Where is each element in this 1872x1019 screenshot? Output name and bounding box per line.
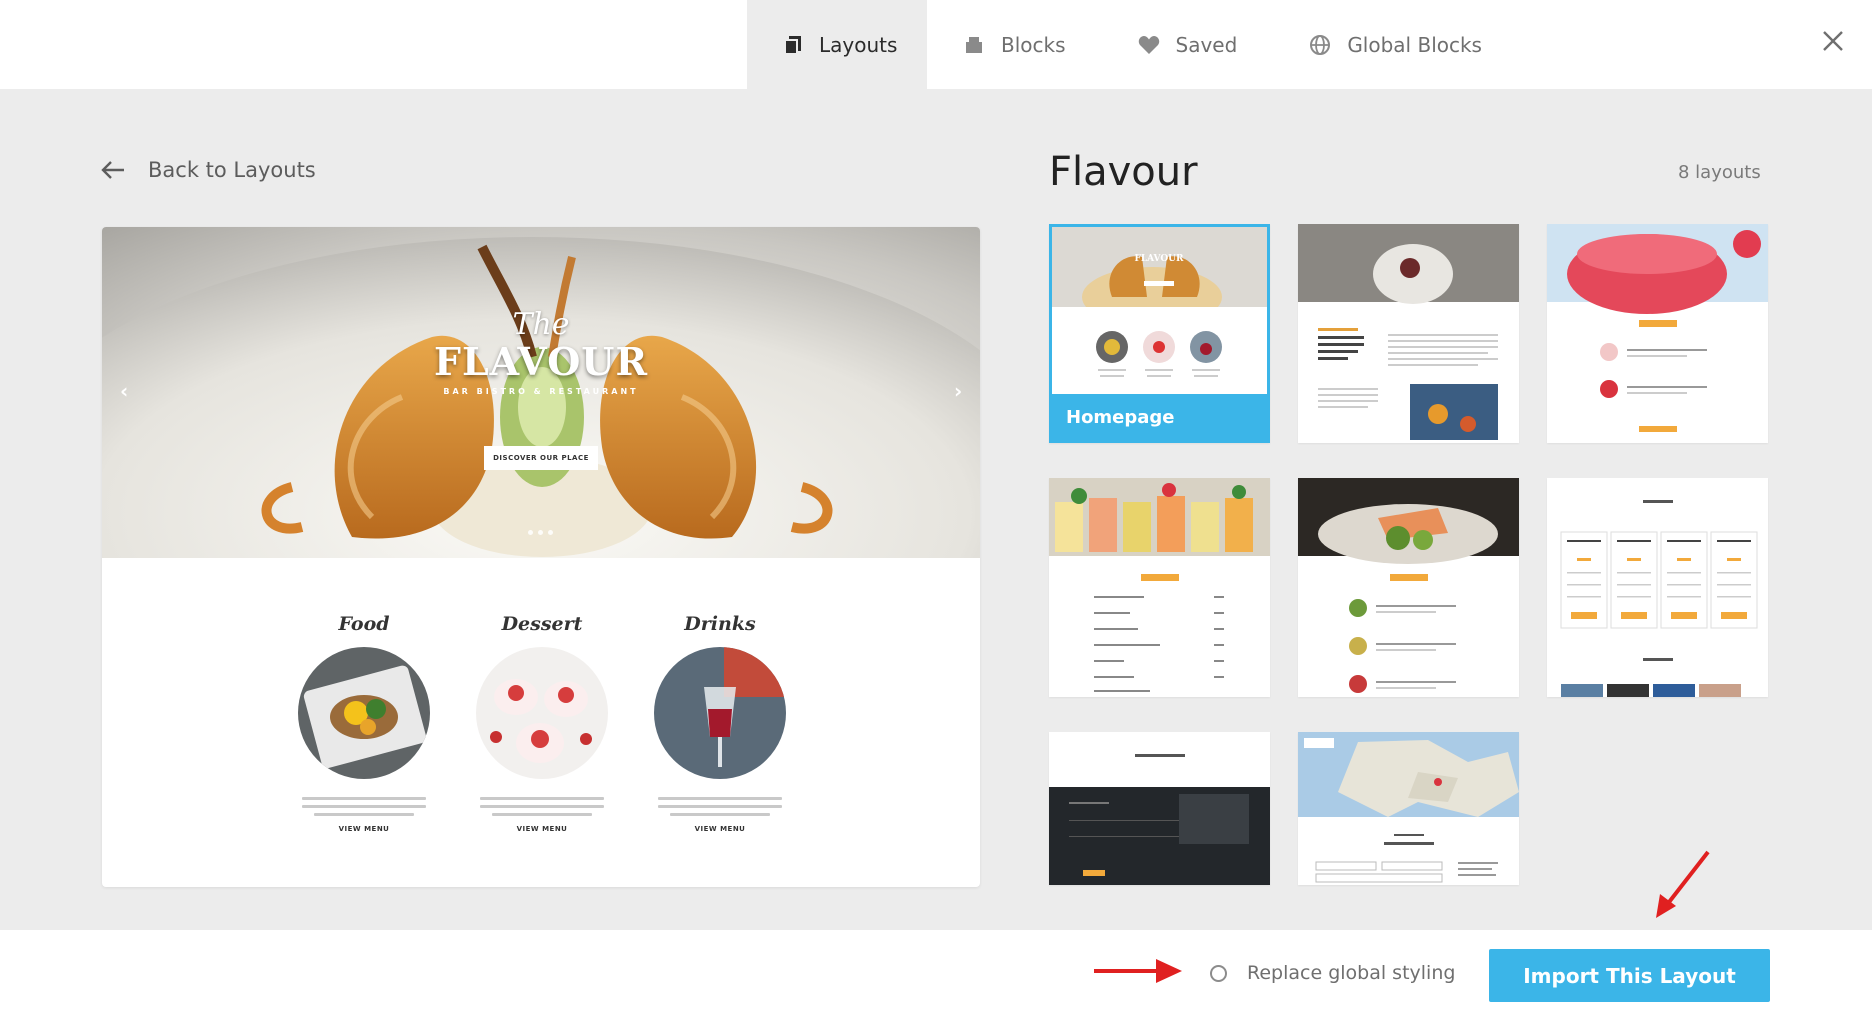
category-title: Dessert <box>501 613 583 635</box>
tab-label: Blocks <box>1001 32 1066 57</box>
back-to-layouts-link[interactable]: Back to Layouts <box>100 158 316 182</box>
layout-thumb-map-contact[interactable] <box>1298 732 1519 885</box>
annotation-arrow-down-left-icon <box>1656 850 1710 918</box>
replace-global-styling-label: Replace global styling <box>1247 962 1456 984</box>
about-thumbnail-image <box>1298 224 1519 440</box>
tab-blocks[interactable]: Blocks <box>927 0 1102 89</box>
view-menu-link: VIEW MENU <box>338 825 390 833</box>
tab-list: Layouts Blocks Saved Global Blocks <box>747 0 1518 89</box>
hero-script-text: The <box>512 307 570 342</box>
annotation-arrow-right-icon <box>1094 959 1182 983</box>
hero-title: FLAVOUR <box>433 339 649 384</box>
dessert-image <box>476 647 608 779</box>
food-image <box>298 647 430 779</box>
layout-preview: The FLAVOUR BAR BISTRO & RESTAURANT DISC… <box>102 227 980 887</box>
food-menu-thumbnail-image <box>1298 478 1519 693</box>
layout-thumb-contact-form[interactable] <box>1049 732 1270 885</box>
category-title: Drinks <box>684 613 756 635</box>
chevron-left-icon: ‹ <box>120 379 129 403</box>
drinks-menu-thumbnail-image <box>1049 478 1270 692</box>
top-tab-bar: Layouts Blocks Saved Global Blocks <box>0 0 1872 89</box>
view-menu-link: VIEW MENU <box>516 825 568 833</box>
drinks-image <box>654 647 786 779</box>
layout-thumb-drinks-menu[interactable] <box>1049 478 1270 697</box>
hero-subtitle: BAR BISTRO & RESTAURANT <box>443 387 639 396</box>
hero-discover-button: DISCOVER OUR PLACE <box>484 446 598 470</box>
category-dessert: Dessert VIEW MENU <box>452 613 632 833</box>
tab-saved[interactable]: Saved <box>1102 0 1274 89</box>
tab-label: Layouts <box>819 32 898 57</box>
tab-layouts[interactable]: Layouts <box>747 0 927 89</box>
tab-global-blocks[interactable]: Global Blocks <box>1273 0 1518 89</box>
heart-icon <box>1138 34 1160 56</box>
layouts-icon <box>783 34 803 56</box>
pricing-thumbnail-image <box>1547 478 1768 697</box>
layout-thumb-food-menu[interactable] <box>1298 478 1519 697</box>
layout-thumb-pricing[interactable] <box>1547 478 1768 697</box>
layout-count: 8 layouts <box>1678 162 1761 183</box>
preview-hero: The FLAVOUR BAR BISTRO & RESTAURANT DISC… <box>102 227 980 558</box>
contact-form-thumbnail-image <box>1049 732 1270 885</box>
close-button[interactable] <box>1816 26 1850 60</box>
layout-pack-title: Flavour <box>1049 149 1198 195</box>
dessert-menu-thumbnail-image <box>1547 224 1768 432</box>
layout-thumb-homepage[interactable]: FLAVOUR Homepage <box>1049 224 1270 443</box>
category-drinks: Drinks VIEW MENU <box>630 613 810 833</box>
selected-layout-label: Homepage <box>1052 394 1267 440</box>
replace-global-styling-option[interactable]: Replace global styling <box>1210 962 1455 984</box>
arrow-left-icon <box>100 160 126 180</box>
globe-icon <box>1309 34 1331 56</box>
chevron-right-icon: › <box>954 379 963 403</box>
close-icon <box>1822 30 1844 56</box>
slider-dots <box>528 530 553 535</box>
import-layout-button[interactable]: Import This Layout <box>1489 949 1770 1002</box>
category-title: Food <box>338 613 390 635</box>
layout-thumb-dessert-menu[interactable] <box>1547 224 1768 443</box>
tab-label: Saved <box>1175 32 1238 57</box>
blocks-icon <box>963 34 985 56</box>
homepage-thumbnail-image: FLAVOUR <box>1052 227 1267 440</box>
category-food: Food VIEW MENU <box>274 613 454 833</box>
tab-label: Global Blocks <box>1347 32 1482 57</box>
back-label: Back to Layouts <box>148 158 316 182</box>
view-menu-link: VIEW MENU <box>694 825 746 833</box>
preview-categories: Food VIEW MENU Dessert VIEW MENU Drinks … <box>102 558 980 887</box>
replace-global-styling-radio[interactable] <box>1210 964 1227 982</box>
map-contact-thumbnail-image <box>1298 732 1519 885</box>
layout-thumb-about[interactable] <box>1298 224 1519 443</box>
svg-text:FLAVOUR: FLAVOUR <box>1134 254 1184 264</box>
